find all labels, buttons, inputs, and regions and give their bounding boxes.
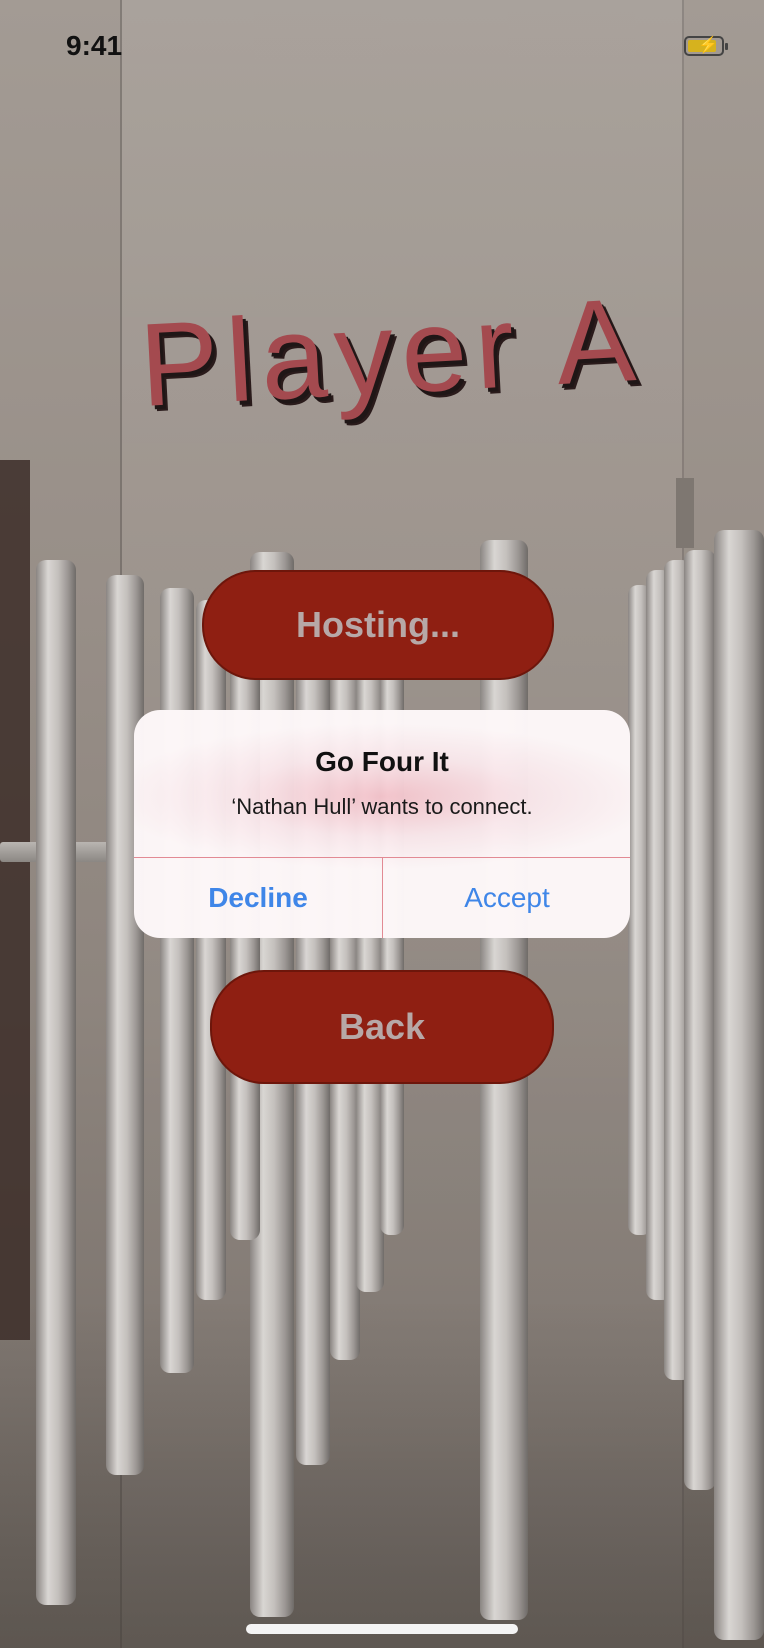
door-hinge xyxy=(676,478,694,548)
decline-button[interactable]: Decline xyxy=(134,858,382,938)
alert-message: ‘Nathan Hull’ wants to connect. xyxy=(231,794,533,819)
board-pole xyxy=(684,550,716,1490)
home-indicator[interactable] xyxy=(246,1624,518,1634)
connection-alert: Go Four It ‘Nathan Hull’ wants to connec… xyxy=(134,710,630,938)
ar-game-screen: Player A Hosting... Back Go Four It ‘Nat… xyxy=(0,0,764,1648)
board-pole xyxy=(36,560,76,1605)
doorframe xyxy=(0,460,30,1340)
alert-title: Go Four It xyxy=(315,746,449,777)
board-pole xyxy=(160,588,194,1373)
back-button[interactable]: Back xyxy=(210,970,554,1084)
accept-button[interactable]: Accept xyxy=(383,858,630,938)
hosting-button[interactable]: Hosting... xyxy=(202,570,554,680)
player-title: Player A xyxy=(136,273,647,432)
board-pole xyxy=(106,575,144,1475)
battery-charging-icon: ⚡ xyxy=(684,36,728,56)
board-pole xyxy=(196,600,226,1300)
status-bar: 9:41 ⚡ xyxy=(0,0,764,90)
board-pole xyxy=(714,530,764,1640)
status-time: 9:41 xyxy=(66,30,123,61)
